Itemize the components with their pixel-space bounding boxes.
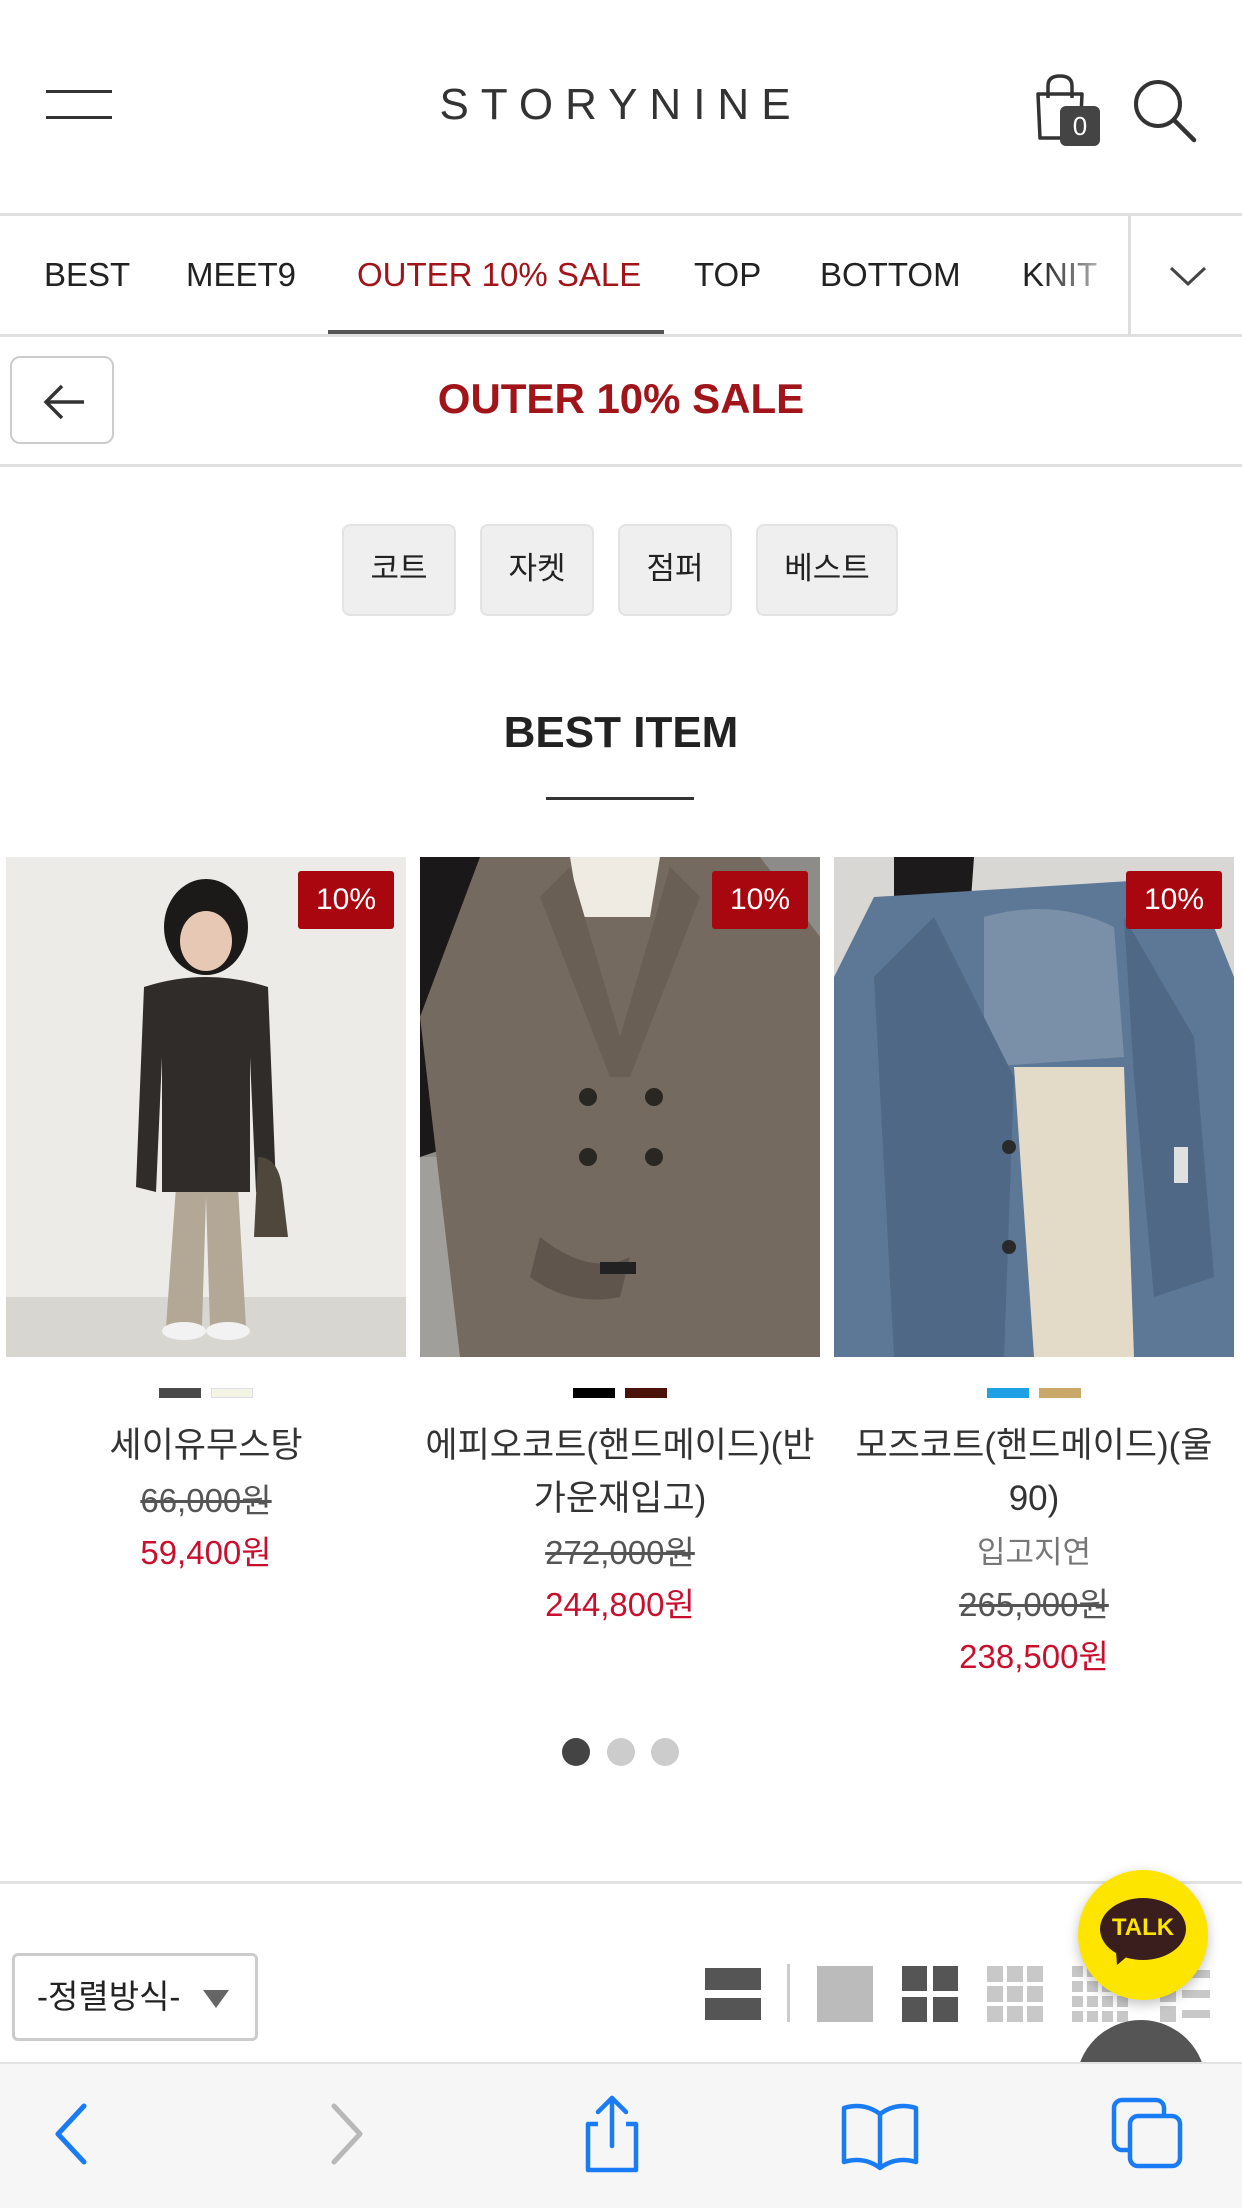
- color-swatches: [834, 1388, 1234, 1398]
- kakao-talk-label: TALK: [1111, 1914, 1175, 1941]
- active-tab-indicator: [328, 330, 664, 334]
- stock-note: 입고지연: [976, 1535, 1092, 1570]
- subcategory-coat[interactable]: 코트: [342, 524, 456, 616]
- dropdown-arrow-icon: [203, 1990, 229, 2008]
- browser-forward-button[interactable]: [302, 2092, 386, 2176]
- view-grid-2-icon[interactable]: [902, 1966, 958, 2022]
- product-card[interactable]: 10% 세이유무스탕 66,000원 59,400원: [6, 857, 406, 1571]
- color-swatch: [1039, 1388, 1081, 1398]
- product-card[interactable]: 10% 모즈코트(핸드메이드)(울90) 입고지연 265,000원 238,5…: [834, 857, 1234, 1675]
- category-tab-top[interactable]: TOP: [694, 256, 761, 294]
- product-photo-blue-coat: [834, 857, 1234, 1357]
- subcategory-vest[interactable]: 베스트: [756, 524, 898, 616]
- original-price: 265,000원: [959, 1586, 1109, 1623]
- section-title-underline: [546, 797, 694, 800]
- category-tab-bottom[interactable]: BOTTOM: [820, 256, 961, 294]
- category-tab-meet9[interactable]: MEET9: [186, 256, 296, 294]
- browser-tabs-button[interactable]: [1106, 2092, 1190, 2176]
- color-swatch: [573, 1388, 615, 1398]
- page-title: OUTER 10% SALE: [437, 375, 805, 422]
- browser-share-button[interactable]: [570, 2092, 654, 2176]
- share-icon: [585, 2095, 639, 2173]
- sort-select[interactable]: -정렬방식-: [12, 1953, 258, 2041]
- subcategory-jumper[interactable]: 점퍼: [618, 524, 732, 616]
- kakao-talk-button[interactable]: TALK: [1078, 1870, 1208, 2000]
- subcategory-jacket[interactable]: 자켓: [480, 524, 594, 616]
- open-book-icon: [841, 2103, 919, 2171]
- carousel-dot[interactable]: [651, 1738, 679, 1766]
- carousel-dot[interactable]: [562, 1738, 590, 1766]
- view-separator: [787, 1964, 790, 2022]
- original-price: 66,000원: [140, 1482, 272, 1519]
- product-name[interactable]: 에피오코트(핸드메이드)(반가운재입고): [420, 1419, 820, 1525]
- color-swatch: [625, 1388, 667, 1398]
- product-name[interactable]: 모즈코트(핸드메이드)(울90): [834, 1419, 1234, 1525]
- color-swatches: [420, 1388, 820, 1398]
- product-image[interactable]: 10%: [834, 857, 1234, 1357]
- discount-badge: 10%: [1126, 871, 1222, 929]
- view-list-icon[interactable]: [705, 1966, 761, 2022]
- product-image[interactable]: 10%: [420, 857, 820, 1357]
- sort-select-label: -정렬방식-: [37, 1978, 181, 2015]
- cart-button[interactable]: 0: [1030, 72, 1102, 148]
- page-subheader: OUTER 10% SALE: [0, 337, 1242, 467]
- browser-bookmarks-button[interactable]: [838, 2092, 922, 2176]
- search-icon: [1134, 80, 1197, 143]
- discount-badge: 10%: [712, 871, 808, 929]
- scroll-fade: [1040, 216, 1130, 334]
- view-single-icon[interactable]: [817, 1966, 873, 2022]
- product-card[interactable]: 10% 에피오코트(핸드메이드)(반가운재입고) 272,000원 244,80…: [420, 857, 820, 1623]
- category-expand-button[interactable]: [1128, 216, 1242, 334]
- section-divider: [0, 1881, 1242, 1884]
- chevron-down-icon: [1169, 266, 1207, 287]
- color-swatch: [159, 1388, 201, 1398]
- view-grid-3-icon[interactable]: [987, 1966, 1043, 2022]
- browser-toolbar: [0, 2062, 1242, 2208]
- category-tab-outer-sale[interactable]: OUTER 10% SALE: [357, 256, 641, 294]
- sale-price: 238,500원: [959, 1638, 1109, 1675]
- chevron-left-icon: [55, 2103, 87, 2165]
- site-header: STORYNINE 0: [0, 0, 1242, 216]
- browser-back-button[interactable]: [32, 2092, 116, 2176]
- tabs-icon: [1111, 2097, 1183, 2169]
- discount-badge: 10%: [298, 871, 394, 929]
- product-name[interactable]: 세이유무스탕: [6, 1419, 406, 1472]
- sale-price: 59,400원: [140, 1534, 272, 1571]
- section-title: BEST ITEM: [503, 708, 739, 757]
- product-image[interactable]: 10%: [6, 857, 406, 1357]
- product-photo-wool-jacket: [6, 857, 406, 1357]
- category-nav: BEST MEET9 OUTER 10% SALE TOP BOTTOM KNI…: [0, 216, 1242, 337]
- color-swatches: [6, 1388, 406, 1398]
- original-price: 272,000원: [545, 1534, 695, 1571]
- color-swatch: [987, 1388, 1029, 1398]
- carousel-dot[interactable]: [607, 1738, 635, 1766]
- cart-count-badge: 0: [1060, 106, 1100, 146]
- search-button[interactable]: [1128, 74, 1200, 146]
- sale-price: 244,800원: [545, 1586, 695, 1623]
- chevron-right-icon: [331, 2103, 363, 2165]
- color-swatch: [211, 1388, 253, 1398]
- product-photo-gray-coat: [420, 857, 820, 1357]
- category-tab-best[interactable]: BEST: [44, 256, 130, 294]
